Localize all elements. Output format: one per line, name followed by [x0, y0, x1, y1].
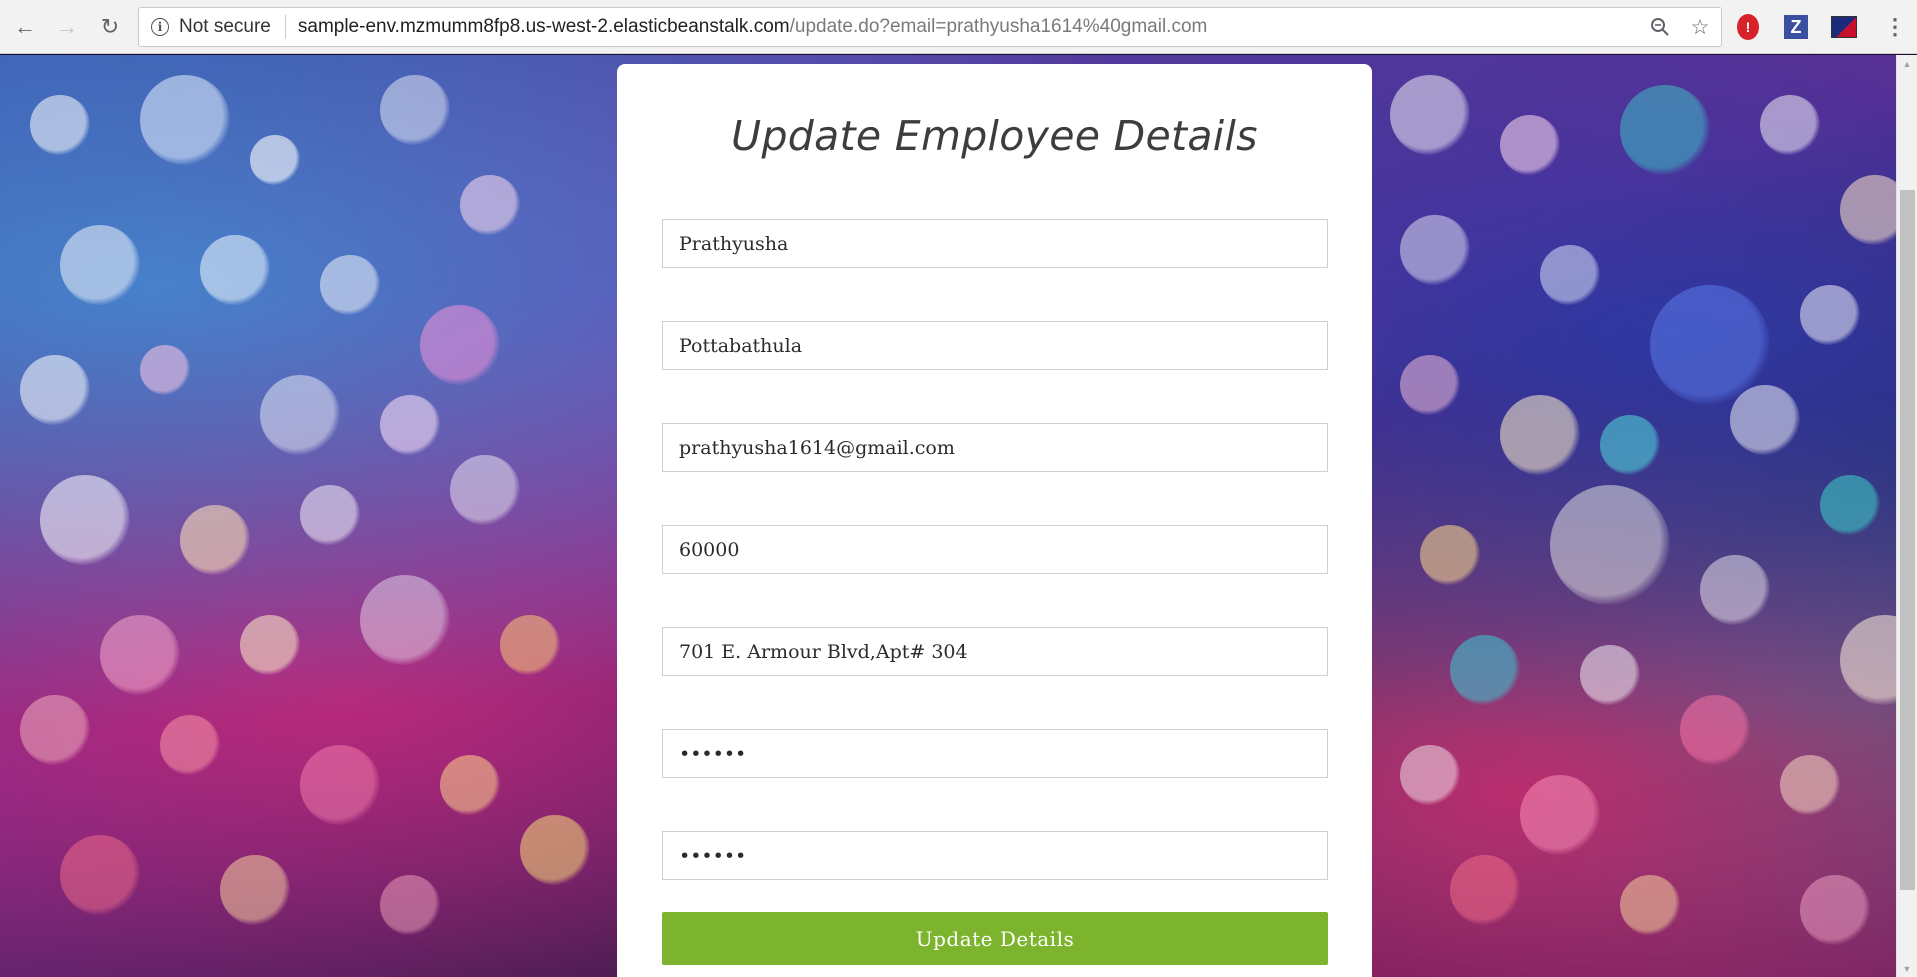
bokeh-light	[380, 395, 440, 455]
bokeh-light	[1520, 775, 1600, 855]
bokeh-light	[1450, 635, 1520, 705]
email-field[interactable]	[662, 423, 1328, 472]
bokeh-light	[500, 615, 560, 675]
bokeh-light	[1820, 475, 1880, 535]
bokeh-light	[1620, 875, 1680, 935]
red-shield-extension-button[interactable]: !	[1734, 13, 1762, 41]
bokeh-light	[1800, 285, 1860, 345]
bokeh-light	[440, 755, 500, 815]
page-title: Update Employee Details	[731, 112, 1258, 160]
bokeh-light	[1400, 355, 1460, 415]
bokeh-light	[1500, 395, 1580, 475]
scroll-up-arrow-icon[interactable]: ▲	[1897, 55, 1917, 72]
bokeh-light	[1540, 245, 1600, 305]
bokeh-light	[40, 475, 130, 565]
bokeh-light	[1450, 855, 1520, 925]
security-label[interactable]: Not secure	[179, 16, 271, 38]
bokeh-light	[1700, 555, 1770, 625]
scroll-down-arrow-icon[interactable]: ▼	[1897, 960, 1917, 977]
bokeh-light	[1390, 75, 1470, 155]
page-scrollbar[interactable]: ▲ ▼	[1896, 55, 1917, 977]
bokeh-light	[1500, 115, 1560, 175]
bokeh-light	[250, 135, 300, 185]
bokeh-light	[360, 575, 450, 665]
bokeh-light	[1680, 695, 1750, 765]
bokeh-light	[1580, 645, 1640, 705]
scroll-thumb[interactable]	[1900, 190, 1915, 890]
bokeh-light	[240, 615, 300, 675]
reload-icon: ↻	[100, 14, 120, 39]
update-form-card: Update Employee Details Update Details	[617, 64, 1372, 977]
back-button[interactable]: ←	[10, 12, 40, 42]
bokeh-light	[300, 745, 380, 825]
z-extension-icon: Z	[1784, 15, 1808, 39]
bokeh-light	[320, 255, 380, 315]
red-shield-extension-icon: !	[1737, 14, 1759, 40]
bokeh-light	[60, 835, 140, 915]
z-extension-button[interactable]: Z	[1782, 13, 1810, 41]
zoom-icon[interactable]	[1647, 14, 1673, 40]
bokeh-light	[1400, 745, 1460, 805]
bokeh-light	[140, 345, 190, 395]
bokeh-light	[1550, 485, 1670, 605]
bokeh-light	[1420, 525, 1480, 585]
browser-menu-button[interactable]: ⋮	[1880, 12, 1910, 42]
bokeh-light	[1800, 875, 1870, 945]
bokeh-light	[1600, 415, 1660, 475]
omnibox-divider	[284, 15, 286, 39]
bokeh-light	[20, 355, 90, 425]
bokeh-light	[380, 75, 450, 145]
bokeh-light	[220, 855, 290, 925]
bokeh-light	[1780, 755, 1840, 815]
url-path[interactable]: /update.do?email=prathyusha1614%40gmail.…	[790, 16, 1208, 38]
bokeh-light	[140, 75, 230, 165]
bokeh-light	[160, 715, 220, 775]
browser-toolbar: ← → ↻ i Not secure sample-env.mzmumm8fp8…	[0, 0, 1917, 54]
bokeh-light	[1840, 175, 1896, 245]
url-host[interactable]: sample-env.mzmumm8fp8.us-west-2.elasticb…	[298, 16, 790, 38]
bokeh-light	[20, 695, 90, 765]
bokeh-light	[200, 235, 270, 305]
flag-extension-button[interactable]	[1830, 13, 1858, 41]
bokeh-light	[380, 875, 440, 935]
bokeh-light	[420, 305, 500, 385]
bokeh-light	[100, 615, 180, 695]
salary-field[interactable]	[662, 525, 1328, 574]
star-icon[interactable]: ☆	[1687, 14, 1713, 40]
bokeh-light	[60, 225, 140, 305]
address-bar[interactable]: i Not secure sample-env.mzmumm8fp8.us-we…	[138, 7, 1722, 47]
arrow-right-icon: →	[56, 14, 78, 39]
bokeh-light	[460, 175, 520, 235]
bokeh-light	[260, 375, 340, 455]
address-field[interactable]	[662, 627, 1328, 676]
arrow-left-icon: ←	[14, 14, 36, 39]
bokeh-light	[180, 505, 250, 575]
reload-button[interactable]: ↻	[95, 12, 125, 42]
update-details-button[interactable]: Update Details	[662, 912, 1328, 965]
bokeh-light	[30, 95, 90, 155]
bokeh-light	[1840, 615, 1896, 705]
bokeh-light	[1620, 85, 1710, 175]
forward-button[interactable]: →	[52, 12, 82, 42]
more-vertical-icon: ⋮	[1884, 14, 1906, 39]
bokeh-light	[1730, 385, 1800, 455]
bokeh-light	[300, 485, 360, 545]
bokeh-light	[520, 815, 590, 885]
bokeh-light	[450, 455, 520, 525]
password-field[interactable]	[662, 729, 1328, 778]
flag-extension-icon	[1831, 16, 1857, 38]
bokeh-light	[1650, 285, 1770, 405]
first-name-field[interactable]	[662, 219, 1328, 268]
confirm-password-field[interactable]	[662, 831, 1328, 880]
info-circle-icon[interactable]: i	[151, 18, 169, 36]
last-name-field[interactable]	[662, 321, 1328, 370]
bokeh-light	[1400, 215, 1470, 285]
bokeh-light	[1760, 95, 1820, 155]
